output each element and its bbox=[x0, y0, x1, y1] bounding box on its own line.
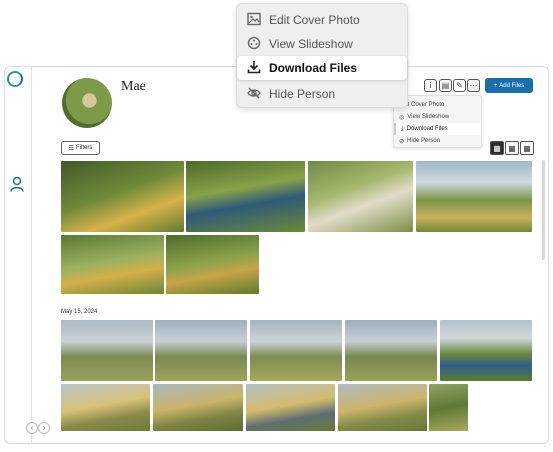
edit-icon[interactable]: ✎ bbox=[453, 79, 466, 92]
menu-item-hide-person[interactable]: ⊘ Hide Person bbox=[394, 135, 481, 147]
photo-thumbnail[interactable] bbox=[153, 384, 243, 431]
section-date: May 15, 2024 bbox=[61, 309, 98, 315]
photo-thumbnail[interactable] bbox=[61, 384, 150, 431]
photo-thumbnail[interactable] bbox=[440, 320, 532, 381]
left-rail bbox=[4, 66, 32, 444]
app-logo bbox=[7, 71, 23, 87]
avatar[interactable] bbox=[62, 78, 112, 128]
add-files-button[interactable]: + Add Files bbox=[485, 78, 533, 93]
photo-thumbnail[interactable] bbox=[308, 161, 413, 232]
scrollbar[interactable] bbox=[542, 160, 545, 260]
photo-thumbnail[interactable] bbox=[186, 161, 305, 232]
zoom-menu-item-hide-person[interactable]: Hide Person bbox=[237, 82, 407, 106]
large-grid-icon[interactable]: ▦ bbox=[490, 141, 504, 155]
expand-right-icon[interactable]: › bbox=[38, 422, 50, 434]
person-icon[interactable] bbox=[8, 175, 26, 192]
photo-thumbnail[interactable] bbox=[61, 320, 153, 381]
menu-item-view-slideshow[interactable]: ◎ View Slideshow bbox=[394, 111, 481, 123]
collapse-left-icon[interactable]: ‹ bbox=[26, 422, 38, 434]
zoomed-options-dropdown: Edit Cover Photo View Slideshow Download… bbox=[236, 3, 408, 108]
person-name: Mae bbox=[121, 79, 146, 94]
menu-item-download-files[interactable]: ⤓ Download Files bbox=[394, 123, 481, 135]
slideshow-icon bbox=[247, 36, 261, 53]
medium-grid-icon[interactable]: ▦ bbox=[505, 141, 519, 155]
more-options-icon[interactable]: ⋯ bbox=[467, 79, 480, 92]
view-mode-toggle: ▦ ▦ ▦ bbox=[490, 141, 534, 155]
photo-thumbnail[interactable] bbox=[250, 320, 342, 381]
filters-label: Filters bbox=[76, 145, 93, 151]
eye-off-icon: ⊘ bbox=[399, 138, 405, 145]
zoom-menu-item-edit-cover[interactable]: Edit Cover Photo bbox=[237, 8, 407, 32]
small-grid-icon[interactable]: ▦ bbox=[520, 141, 534, 155]
photo-thumbnail[interactable] bbox=[61, 235, 164, 294]
photo-thumbnail[interactable] bbox=[345, 320, 437, 381]
filters-button[interactable]: ☰ Filters bbox=[61, 141, 100, 155]
zoom-menu-item-download-files[interactable]: Download Files bbox=[237, 56, 407, 80]
photo-thumbnail[interactable] bbox=[61, 161, 184, 232]
calendar-icon[interactable]: ▤ bbox=[439, 79, 452, 92]
photo-thumbnail[interactable] bbox=[429, 384, 468, 431]
photo-thumbnail[interactable] bbox=[155, 320, 247, 381]
download-icon: ⤓ bbox=[401, 125, 404, 132]
photo-thumbnail[interactable] bbox=[166, 235, 259, 294]
info-icon[interactable]: i bbox=[424, 79, 437, 92]
photo-thumbnail[interactable] bbox=[416, 161, 532, 232]
image-icon bbox=[247, 12, 261, 29]
zoom-menu-item-view-slideshow[interactable]: View Slideshow bbox=[237, 32, 407, 56]
slideshow-icon: ◎ bbox=[399, 114, 405, 121]
photo-thumbnail[interactable] bbox=[246, 384, 335, 431]
download-icon bbox=[247, 60, 261, 77]
plus-icon: + bbox=[493, 82, 498, 89]
photo-thumbnail[interactable] bbox=[338, 384, 427, 431]
sliders-icon: ☰ bbox=[68, 145, 75, 152]
add-files-label: Add Files bbox=[499, 82, 525, 89]
eye-off-icon bbox=[247, 86, 261, 103]
